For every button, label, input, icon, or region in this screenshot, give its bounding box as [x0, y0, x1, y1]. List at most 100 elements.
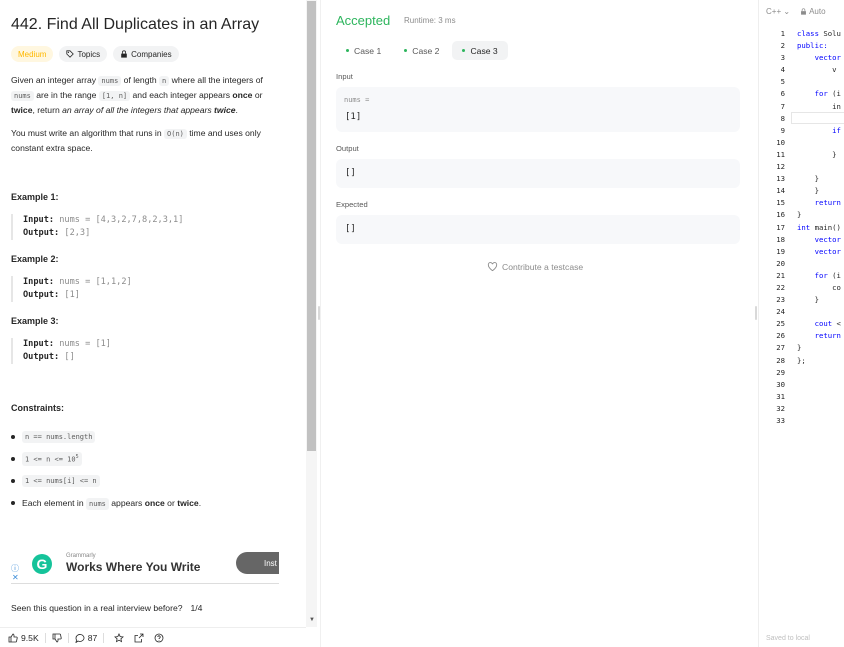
star-icon — [114, 632, 125, 642]
code-editor[interactable]: class Solu public: vector v for (i in if … — [797, 28, 841, 427]
scroll-down-arrow-icon[interactable]: ▼ — [309, 617, 315, 623]
constraints-title: Constraints: — [11, 403, 65, 413]
code-line: in — [797, 101, 841, 111]
code-line: } — [797, 210, 802, 220]
code-line: public: — [797, 41, 828, 51]
code-line: for (i — [814, 89, 841, 99]
example-1-block: Input: nums = [4,3,2,7,8,2,3,1] Output: … — [11, 214, 296, 240]
question-icon — [154, 633, 164, 642]
input-label: Input — [336, 72, 353, 81]
ad-install-button[interactable]: Inst — [236, 552, 279, 574]
problem-title[interactable]: 442. Find All Duplicates in an Array — [11, 16, 259, 34]
grammarly-logo: G — [32, 554, 52, 574]
lock-icon — [121, 50, 127, 58]
saved-status: Saved to local — [766, 635, 810, 642]
favorite-button[interactable] — [114, 632, 125, 643]
code-line: }; — [797, 355, 806, 365]
line-number: 4 — [780, 65, 785, 75]
result-status: Accepted — [336, 13, 391, 28]
output-value: [] — [345, 168, 356, 178]
line-number: 10 — [776, 137, 785, 147]
tab-case-2[interactable]: Case 2 — [394, 41, 449, 60]
auto-mode-toggle[interactable]: Auto — [800, 7, 826, 16]
code-line: co — [797, 282, 841, 292]
thumbs-down-icon — [52, 633, 62, 642]
line-number: 27 — [776, 343, 785, 353]
runtime-label: Runtime: 3 ms — [404, 16, 456, 25]
advertisement[interactable]: ⓘ ✕ G Grammarly Works Where You Write In… — [11, 544, 279, 584]
share-button[interactable] — [134, 633, 144, 643]
interview-count: 1/4 — [190, 603, 203, 613]
problem-tags: Medium Topics Companies — [11, 46, 179, 62]
code-line: } — [797, 174, 819, 184]
line-number: 20 — [776, 258, 785, 268]
description-paragraph-1: Given an integer array nums of length n … — [11, 75, 263, 115]
line-number: 15 — [776, 198, 785, 208]
code-line: int main() — [797, 222, 841, 232]
result-panel: Accepted Runtime: 3 ms Case 1 Case 2 Cas… — [320, 0, 754, 647]
ad-brand: Grammarly — [66, 553, 96, 559]
companies-tag[interactable]: Companies — [113, 46, 179, 62]
ad-close-icon[interactable]: ✕ — [12, 573, 19, 582]
description-paragraph-2: You must write an algorithm that runs in… — [11, 128, 261, 153]
like-button[interactable]: 9.5K — [8, 633, 39, 643]
topics-tag[interactable]: Topics — [59, 46, 108, 62]
language-select[interactable]: C++ ⌄ — [766, 7, 790, 16]
code-line: class Solu — [797, 29, 841, 38]
ad-slogan: Works Where You Write — [66, 560, 201, 574]
dislike-button[interactable] — [52, 633, 62, 643]
line-number: 1 — [780, 29, 785, 38]
example-3-block: Input: nums = [1] Output: [] — [11, 338, 296, 364]
tab-case-3[interactable]: Case 3 — [452, 41, 508, 60]
output-label: Output — [336, 144, 359, 153]
constraints-list: n == nums.length 1 <= n <= 105 1 <= nums… — [11, 426, 201, 514]
code-line: } — [797, 295, 819, 305]
editor-toolbar: C++ ⌄ Auto — [766, 7, 826, 16]
like-count: 9.5K — [21, 632, 39, 643]
code-editor-panel: C++ ⌄ Auto 1 2 3 4 5 6 7 8 9 10 11 12 13 14 15 16 17 18 19… — [758, 0, 844, 647]
tab-case-1[interactable]: Case 1 — [336, 41, 391, 60]
line-number: 8 — [780, 113, 785, 123]
expected-box: [] — [336, 215, 740, 244]
thumbs-up-icon — [8, 633, 18, 642]
expected-value: [] — [345, 224, 356, 234]
lock-icon — [801, 8, 807, 15]
problem-scrollbar-thumb[interactable] — [307, 1, 316, 451]
example-2-block: Input: nums = [1,1,2] Output: [1] — [11, 276, 296, 302]
line-number: 18 — [776, 234, 785, 244]
input-value: [1] — [345, 112, 362, 122]
code-line: } — [797, 186, 819, 196]
constraint-item: 1 <= n <= 105 — [11, 448, 201, 470]
line-number: 13 — [776, 174, 785, 184]
line-number: 29 — [776, 367, 785, 377]
constraint-item: 1 <= nums[i] <= n — [11, 470, 201, 492]
line-number: 2 — [780, 41, 785, 51]
share-icon — [134, 633, 144, 642]
panel-resize-handle[interactable] — [755, 306, 757, 320]
code-line: cout < — [814, 319, 841, 329]
line-number: 33 — [776, 416, 785, 425]
line-number: 22 — [776, 282, 785, 292]
bottom-action-bar: 9.5K 87 — [0, 627, 306, 647]
code-line: return — [814, 331, 841, 341]
constraint-item: n == nums.length — [11, 426, 201, 448]
line-number: 14 — [776, 186, 785, 196]
contribute-testcase-link[interactable]: Contribute a testcase — [487, 261, 583, 272]
comments-button[interactable]: 87 — [75, 633, 97, 643]
help-button[interactable] — [154, 633, 164, 643]
line-number-gutter: 1 2 3 4 5 6 7 8 9 10 11 12 13 14 15 16 17 18 19 20 21 22 23 24 2… — [759, 28, 785, 427]
code-line: vector — [814, 234, 841, 244]
line-number: 28 — [776, 355, 785, 365]
line-number: 32 — [776, 403, 785, 413]
line-number: 7 — [780, 101, 785, 111]
output-box: [] — [336, 159, 740, 188]
